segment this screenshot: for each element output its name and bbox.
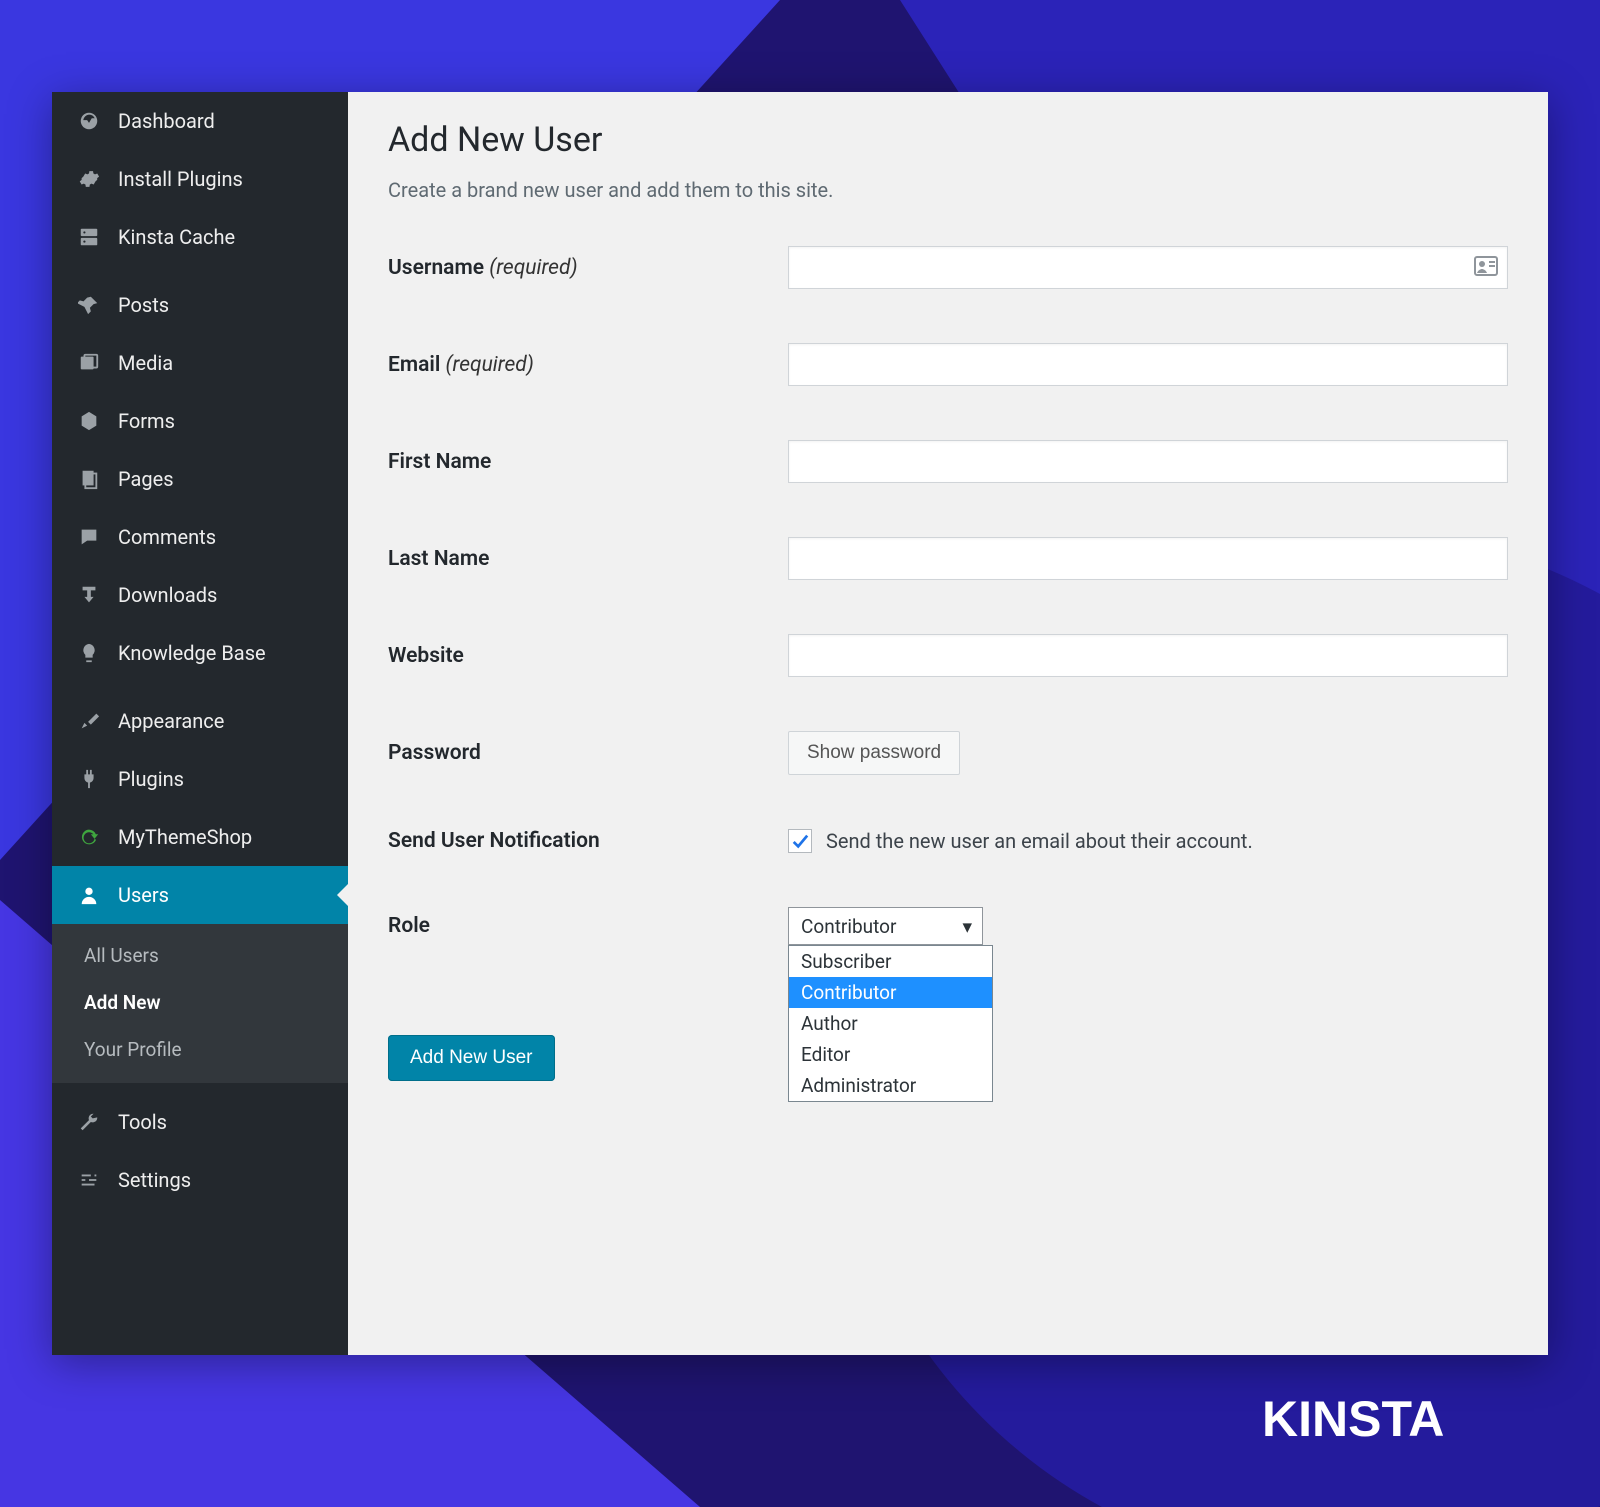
user-icon [76, 882, 102, 908]
sidebar-item-label: Plugins [118, 767, 184, 791]
submenu-item-addnew[interactable]: Add New [52, 979, 348, 1026]
row-username: Username (required) [388, 246, 1508, 289]
gauge-icon [76, 108, 102, 134]
sidebar-item-label: Media [118, 351, 173, 375]
first-name-input[interactable] [788, 440, 1508, 483]
label-notify: Send User Notification [388, 829, 788, 853]
svg-text:KINSTA: KINSTA [1262, 1391, 1444, 1447]
label-password: Password [388, 741, 788, 765]
show-password-button[interactable]: Show password [788, 731, 960, 775]
kinsta-logo: KINSTA [1262, 1390, 1502, 1463]
label-firstname: First Name [388, 450, 788, 474]
notify-description: Send the new user an email about their a… [826, 829, 1253, 853]
role-dropdown: SubscriberContributorAuthorEditorAdminis… [788, 945, 993, 1102]
sidebar-item-posts[interactable]: Posts [52, 276, 348, 334]
sidebar-item-downloads[interactable]: Downloads [52, 566, 348, 624]
label-username: Username (required) [388, 256, 788, 280]
page-title: Add New User [388, 120, 1508, 160]
label-website: Website [388, 644, 788, 668]
sidebar-item-media[interactable]: Media [52, 334, 348, 392]
sidebar-item-label: Kinsta Cache [118, 225, 235, 249]
sidebar-item-plugins[interactable]: Plugins [52, 750, 348, 808]
download-icon [76, 582, 102, 608]
submenu-item-all[interactable]: All Users [52, 932, 348, 979]
refresh-icon [76, 824, 102, 850]
sidebar-item-label: Downloads [118, 583, 217, 607]
sidebar-item-label: MyThemeShop [118, 825, 252, 849]
last-name-input[interactable] [788, 537, 1508, 580]
username-input[interactable] [788, 246, 1508, 289]
server-icon [76, 224, 102, 250]
submit-button[interactable]: Add New User [388, 1035, 555, 1081]
wrench-icon [76, 1109, 102, 1135]
sidebar-item-cache[interactable]: Kinsta Cache [52, 208, 348, 266]
main-content: Add New User Create a brand new user and… [348, 92, 1548, 1355]
role-option-subscriber[interactable]: Subscriber [789, 946, 992, 977]
sidebar-item-label: Dashboard [118, 109, 215, 133]
role-option-editor[interactable]: Editor [789, 1039, 992, 1070]
submenu-item-profile[interactable]: Your Profile [52, 1026, 348, 1073]
sidebar-item-label: Forms [118, 409, 175, 433]
sidebar-item-label: Pages [118, 467, 174, 491]
sidebar-item-label: Tools [118, 1110, 167, 1134]
pin-icon [76, 292, 102, 318]
sliders-icon [76, 1167, 102, 1193]
row-email: Email (required) [388, 343, 1508, 386]
sidebar-item-label: Knowledge Base [118, 641, 266, 665]
sidebar-item-comments[interactable]: Comments [52, 508, 348, 566]
notify-checkbox[interactable] [788, 829, 812, 853]
sidebar-item-dashboard[interactable]: Dashboard [52, 92, 348, 150]
role-option-author[interactable]: Author [789, 1008, 992, 1039]
label-role: Role [388, 914, 788, 938]
brush-icon [76, 708, 102, 734]
sidebar-item-install[interactable]: Install Plugins [52, 150, 348, 208]
row-role: Role Contributor ▾ SubscriberContributor… [388, 907, 1508, 945]
website-input[interactable] [788, 634, 1508, 677]
bulb-icon [76, 640, 102, 666]
admin-sidebar: Dashboard Install Plugins Kinsta Cache Post… [52, 92, 348, 1355]
sidebar-item-settings[interactable]: Settings [52, 1151, 348, 1209]
sidebar-item-users[interactable]: Users [52, 866, 348, 924]
role-option-contributor[interactable]: Contributor [789, 977, 992, 1008]
wp-admin-window: Dashboard Install Plugins Kinsta Cache Post… [52, 92, 1548, 1355]
label-lastname: Last Name [388, 547, 788, 571]
role-select[interactable]: Contributor ▾ [788, 907, 983, 945]
page-description: Create a brand new user and add them to … [388, 178, 1508, 202]
sidebar-item-label: Users [118, 883, 169, 907]
sidebar-item-label: Settings [118, 1168, 191, 1192]
email-input[interactable] [788, 343, 1508, 386]
sidebar-item-mythemeshop[interactable]: MyThemeShop [52, 808, 348, 866]
sidebar-item-kb[interactable]: Knowledge Base [52, 624, 348, 682]
row-notify: Send User Notification Send the new user… [388, 829, 1508, 853]
row-lastname: Last Name [388, 537, 1508, 580]
row-website: Website [388, 634, 1508, 677]
sidebar-item-pages[interactable]: Pages [52, 450, 348, 508]
sidebar-item-label: Install Plugins [118, 167, 243, 191]
sidebar-submenu: All UsersAdd NewYour Profile [52, 924, 348, 1083]
label-email: Email (required) [388, 353, 788, 377]
row-password: Password Show password [388, 731, 1508, 775]
role-option-administrator[interactable]: Administrator [789, 1070, 992, 1101]
gear-icon [76, 166, 102, 192]
hexagon-icon [76, 408, 102, 434]
pages-icon [76, 466, 102, 492]
role-selected-value: Contributor [801, 915, 896, 938]
sidebar-item-forms[interactable]: Forms [52, 392, 348, 450]
sidebar-item-appearance[interactable]: Appearance [52, 692, 348, 750]
sidebar-item-tools[interactable]: Tools [52, 1093, 348, 1151]
comment-icon [76, 524, 102, 550]
row-firstname: First Name [388, 440, 1508, 483]
sidebar-item-label: Posts [118, 293, 169, 317]
contact-card-icon [1474, 256, 1498, 280]
sidebar-item-label: Comments [118, 525, 216, 549]
plug-icon [76, 766, 102, 792]
chevron-down-icon: ▾ [962, 915, 972, 938]
media-icon [76, 350, 102, 376]
sidebar-item-label: Appearance [118, 709, 224, 733]
